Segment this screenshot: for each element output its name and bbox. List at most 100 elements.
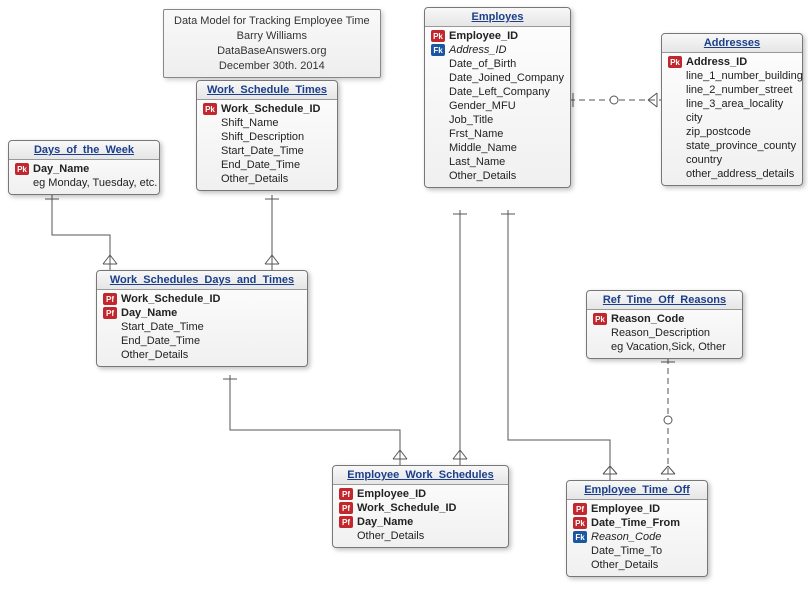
attribute-row: End_Date_Time bbox=[199, 158, 335, 172]
entity-title: Employee_Time_Off bbox=[567, 481, 707, 500]
fk-key-icon: Fk bbox=[573, 531, 587, 543]
pf-key-icon: Pf bbox=[103, 307, 117, 319]
attribute-name: End_Date_Time bbox=[221, 159, 300, 171]
attribute-name: eg Vacation,Sick, Other bbox=[611, 341, 726, 353]
pk-key-icon: Pk bbox=[203, 103, 217, 115]
attribute-name: Last_Name bbox=[449, 156, 505, 168]
attribute-name: Start_Date_Time bbox=[221, 145, 304, 157]
attribute-name: Middle_Name bbox=[449, 142, 517, 154]
entity-employee-time-off[interactable]: Employee_Time_Off PfEmployee_IDPkDate_Ti… bbox=[566, 480, 708, 577]
key-spacer bbox=[668, 140, 682, 152]
pf-key-icon: Pf bbox=[339, 488, 353, 500]
attribute-name: Date_of_Birth bbox=[449, 58, 516, 70]
attribute-row: PkEmployee_ID bbox=[427, 29, 568, 43]
attribute-row: other_address_details bbox=[664, 167, 800, 181]
entity-addresses[interactable]: Addresses PkAddress_IDline_1_number_buil… bbox=[661, 33, 803, 186]
pf-key-icon: Pf bbox=[103, 293, 117, 305]
attribute-name: Reason_Code bbox=[611, 313, 684, 325]
key-spacer bbox=[103, 321, 117, 333]
entity-days-of-the-week[interactable]: Days_of_the_Week PkDay_Nameeg Monday, Tu… bbox=[8, 140, 160, 195]
attribute-row: Gender_MFU bbox=[427, 99, 568, 113]
entity-title: Ref_Time_Off_Reasons bbox=[587, 291, 742, 310]
attribute-name: Employee_ID bbox=[449, 30, 518, 42]
pk-key-icon: Pk bbox=[593, 313, 607, 325]
entity-employee-work-schedules[interactable]: Employee_Work_Schedules PfEmployee_IDPfW… bbox=[332, 465, 509, 548]
attribute-row: line_3_area_locality bbox=[664, 97, 800, 111]
attribute-name: Gender_MFU bbox=[449, 100, 516, 112]
attribute-name: Work_Schedule_ID bbox=[221, 103, 320, 115]
attribute-name: Other_Details bbox=[357, 530, 424, 542]
key-spacer bbox=[431, 58, 445, 70]
key-spacer bbox=[103, 335, 117, 347]
key-spacer bbox=[668, 70, 682, 82]
key-spacer bbox=[668, 84, 682, 96]
pk-key-icon: Pk bbox=[573, 517, 587, 529]
key-spacer bbox=[15, 177, 29, 189]
pf-key-icon: Pf bbox=[573, 503, 587, 515]
key-spacer bbox=[431, 128, 445, 140]
attribute-name: Date_Left_Company bbox=[449, 86, 550, 98]
key-spacer bbox=[593, 327, 607, 339]
key-spacer bbox=[203, 159, 217, 171]
attribute-name: Shift_Name bbox=[221, 117, 278, 129]
info-line-4: December 30th. 2014 bbox=[174, 59, 370, 74]
key-spacer bbox=[431, 72, 445, 84]
attribute-name: Day_Name bbox=[357, 516, 413, 528]
attribute-row: PfDay_Name bbox=[335, 515, 506, 529]
entity-title: Employes bbox=[425, 8, 570, 27]
attribute-name: Reason_Description bbox=[611, 327, 710, 339]
attribute-row: Date_of_Birth bbox=[427, 57, 568, 71]
entity-work-schedules-days-and-times[interactable]: Work_Schedules_Days_and_Times PfWork_Sch… bbox=[96, 270, 308, 367]
pk-key-icon: Pk bbox=[668, 56, 682, 68]
attribute-row: country bbox=[664, 153, 800, 167]
entity-ref-time-off-reasons[interactable]: Ref_Time_Off_Reasons Pk Reason_Code Reason… bbox=[586, 290, 743, 359]
attribute-name: Work_Schedule_ID bbox=[357, 502, 456, 514]
entity-work-schedule-times[interactable]: Work_Schedule_Times Pk Work_Schedule_ID Sh… bbox=[196, 80, 338, 191]
attribute-name: eg Monday, Tuesday, etc. bbox=[33, 177, 157, 189]
attribute-row: Start_Date_Time bbox=[99, 320, 305, 334]
attribute-row: Pk Work_Schedule_ID bbox=[199, 102, 335, 116]
attribute-row: Reason_Description bbox=[589, 326, 740, 340]
attribute-row: eg Vacation,Sick, Other bbox=[589, 340, 740, 354]
attribute-row: PkDate_Time_From bbox=[569, 516, 705, 530]
attribute-row: FkReason_Code bbox=[569, 530, 705, 544]
entity-title: Work_Schedule_Times bbox=[197, 81, 337, 100]
attribute-row: PfWork_Schedule_ID bbox=[99, 292, 305, 306]
attribute-row: Shift_Description bbox=[199, 130, 335, 144]
attribute-name: Other_Details bbox=[591, 559, 658, 571]
entity-title: Employee_Work_Schedules bbox=[333, 466, 508, 485]
attribute-name: other_address_details bbox=[686, 168, 794, 180]
key-spacer bbox=[203, 173, 217, 185]
attribute-row: End_Date_Time bbox=[99, 334, 305, 348]
info-line-2: Barry Williams bbox=[174, 29, 370, 44]
attribute-name: Frst_Name bbox=[449, 128, 503, 140]
attribute-name: zip_postcode bbox=[686, 126, 751, 138]
attribute-row: line_2_number_street bbox=[664, 83, 800, 97]
info-line-3: DataBaseAnswers.org bbox=[174, 44, 370, 59]
attribute-row: zip_postcode bbox=[664, 125, 800, 139]
attribute-name: city bbox=[686, 112, 703, 124]
attribute-name: Job_Title bbox=[449, 114, 493, 126]
attribute-name: line_2_number_street bbox=[686, 84, 792, 96]
attribute-name: line_3_area_locality bbox=[686, 98, 783, 110]
attribute-row: Middle_Name bbox=[427, 141, 568, 155]
key-spacer bbox=[431, 142, 445, 154]
attribute-row: PkAddress_ID bbox=[664, 55, 800, 69]
key-spacer bbox=[668, 154, 682, 166]
key-spacer bbox=[431, 156, 445, 168]
key-spacer bbox=[668, 98, 682, 110]
attribute-row: PfWork_Schedule_ID bbox=[335, 501, 506, 515]
key-spacer bbox=[431, 86, 445, 98]
key-spacer bbox=[668, 112, 682, 124]
key-spacer bbox=[203, 131, 217, 143]
info-line-1: Data Model for Tracking Employee Time bbox=[174, 14, 370, 29]
attribute-row: eg Monday, Tuesday, etc. bbox=[11, 176, 157, 190]
entity-employes[interactable]: Employes PkEmployee_IDFkAddress_IDDate_o… bbox=[424, 7, 571, 188]
attribute-row: Start_Date_Time bbox=[199, 144, 335, 158]
entity-title: Work_Schedules_Days_and_Times bbox=[97, 271, 307, 290]
attribute-row: Other_Details bbox=[199, 172, 335, 186]
attribute-row: FkAddress_ID bbox=[427, 43, 568, 57]
attribute-name: state_province_county bbox=[686, 140, 796, 152]
fk-key-icon: Fk bbox=[431, 44, 445, 56]
attribute-row: Date_Left_Company bbox=[427, 85, 568, 99]
